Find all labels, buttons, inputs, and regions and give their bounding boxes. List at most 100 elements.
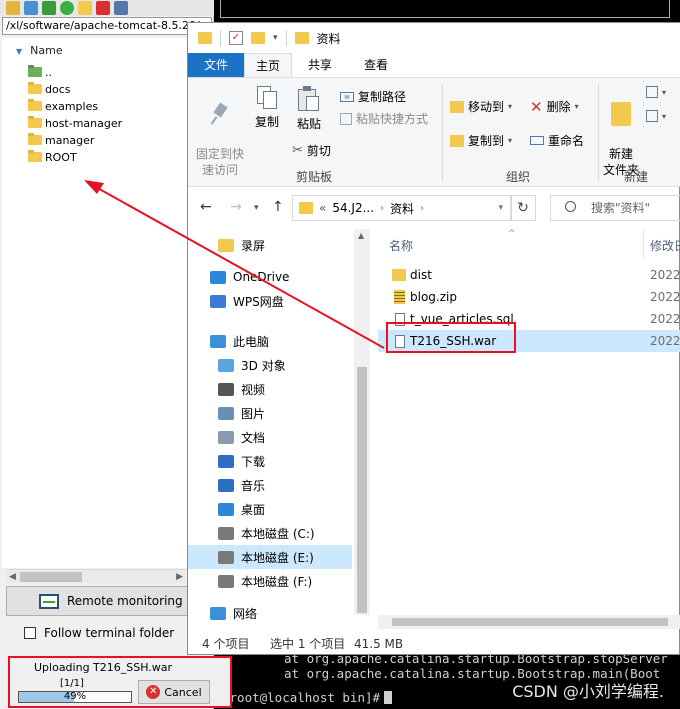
tab-file[interactable]: 文件 (188, 53, 244, 77)
refresh-icon[interactable] (60, 1, 74, 15)
chevron-down-icon[interactable]: ▾ (498, 203, 503, 213)
customize-dropdown-icon[interactable]: ▾ (273, 33, 278, 43)
file-row[interactable]: blog.zip 2022/ (378, 286, 680, 308)
remote-monitoring-button[interactable]: Remote monitoring (6, 586, 188, 616)
new-folder-button[interactable]: 新建 文件夹 (598, 86, 644, 178)
nav-item[interactable]: 桌面 (188, 497, 352, 521)
copy-button[interactable]: 复制 (250, 86, 284, 130)
move-to-button[interactable]: 移动到 ▾ (450, 98, 512, 115)
breadcrumb[interactable]: 54.J2... (332, 201, 374, 215)
nav-item[interactable]: 录屏 (188, 233, 352, 257)
nav-item[interactable]: 本地磁盘 (F:) (188, 569, 352, 593)
cut-button[interactable]: ✂ 剪切 (292, 142, 331, 159)
nav-item-icon (218, 430, 234, 444)
nav-item-label: 网络 (233, 606, 258, 621)
address-bar[interactable]: « 54.J2... › 资料 › ▾ (292, 195, 512, 221)
nav-item[interactable]: 网络 (188, 601, 352, 625)
nav-item[interactable]: 视频 (188, 377, 352, 401)
new-item-button[interactable]: ▾ (646, 86, 666, 98)
list-item[interactable]: host-manager (28, 115, 122, 132)
nav-item-label: OneDrive (233, 270, 290, 284)
horizontal-scrollbar[interactable]: ◀ ▶ (6, 569, 186, 583)
delete-icon: ✕ (530, 97, 543, 116)
copy-path-button[interactable]: w 复制路径 (340, 88, 406, 105)
scroll-left-icon[interactable]: ◀ (9, 570, 16, 584)
copy-to-button[interactable]: 复制到 ▾ (450, 132, 512, 149)
nav-item-icon (218, 406, 234, 420)
date-column-header[interactable]: 修改日 (650, 237, 680, 254)
nav-item[interactable]: WPS网盘 (188, 289, 352, 313)
recent-dropdown-icon[interactable]: ▾ (254, 203, 259, 213)
list-item[interactable]: docs (28, 81, 71, 98)
up-arrow-icon[interactable]: ↑ (272, 199, 284, 215)
tab-home[interactable]: 主页 (244, 53, 292, 77)
pin-to-quick-access-button[interactable]: 固定到快 速访问 (194, 86, 246, 178)
up-arrow-icon[interactable] (42, 1, 56, 15)
new-folder-icon[interactable] (251, 32, 265, 44)
scrollbar-thumb[interactable] (392, 618, 668, 626)
forward-arrow-icon[interactable]: → (230, 199, 242, 215)
name-column-header[interactable]: ▼ Name (16, 44, 63, 57)
list-item[interactable]: manager (28, 132, 94, 149)
list-item[interactable]: .. (28, 64, 52, 81)
nav-item[interactable]: 音乐 (188, 473, 352, 497)
status-bar: 4 个项目 选中 1 个项目 41.5 MB (188, 633, 680, 655)
nav-item-label: 本地磁盘 (E:) (241, 550, 314, 565)
nav-item[interactable]: OneDrive (188, 265, 352, 289)
rename-button[interactable]: 重命名 (530, 132, 584, 149)
tab-share[interactable]: 共享 (298, 53, 342, 77)
easy-access-button[interactable]: ▾ (646, 110, 666, 122)
nav-item[interactable]: 此电脑 (188, 329, 352, 353)
scroll-up-icon[interactable]: ▲ (358, 231, 364, 240)
folder-icon (28, 99, 42, 111)
nav-item[interactable]: 3D 对象 (188, 353, 352, 377)
nav-item[interactable]: 本地磁盘 (C:) (188, 521, 352, 545)
nav-item-label: 本地磁盘 (F:) (241, 574, 313, 589)
file-row[interactable]: dist 2022/ (378, 264, 680, 286)
navigation-pane: 录屏 OneDrive WPS网盘此电脑 3D 对象视频 图片文档下载 音乐桌面本地磁盘 … (188, 229, 354, 629)
list-item[interactable]: examples (28, 98, 98, 115)
tab-view[interactable]: 查看 (354, 53, 398, 77)
name-column-header[interactable]: 名称 (389, 237, 413, 254)
remote-path-input[interactable]: /xl/software/apache-tomcat-8.5.20/w (2, 17, 212, 35)
navigation-scrollbar[interactable]: ▲ (354, 229, 370, 615)
selected-size: 41.5 MB (354, 637, 404, 651)
quick-access-toolbar: ✓ ▾ 资料 (188, 23, 680, 53)
list-item[interactable]: ROOT (28, 149, 77, 166)
follow-terminal-folder-option[interactable]: Follow terminal folder (24, 626, 174, 640)
back-arrow-icon[interactable]: ← (200, 199, 212, 215)
follow-folder-checkbox[interactable] (24, 627, 36, 639)
download-icon[interactable] (24, 1, 38, 15)
nav-item-label: 桌面 (241, 502, 266, 517)
nav-item-icon (218, 550, 234, 564)
nav-item-label: 文档 (241, 430, 266, 445)
properties-icon[interactable] (114, 1, 128, 15)
properties-icon[interactable]: ✓ (229, 31, 243, 45)
folder-icon (28, 150, 42, 162)
horizontal-scrollbar[interactable] (378, 615, 680, 629)
pin-icon (210, 102, 230, 126)
refresh-button[interactable]: ↻ (510, 195, 536, 221)
delete-icon[interactable] (96, 1, 110, 15)
upload-icon[interactable] (6, 1, 20, 15)
nav-item-icon (218, 238, 234, 252)
scroll-right-icon[interactable]: ▶ (176, 570, 183, 584)
delete-button[interactable]: ✕ 删除 ▾ (530, 98, 579, 115)
paste-button[interactable]: 粘贴 (292, 86, 326, 132)
nav-item[interactable]: 本地磁盘 (E:) (188, 545, 352, 569)
nav-item[interactable]: 图片 (188, 401, 352, 425)
breadcrumb[interactable]: 资料 (390, 200, 414, 217)
cancel-button[interactable]: ✕ Cancel (138, 680, 210, 704)
scrollbar-thumb[interactable] (357, 367, 367, 613)
dropdown-icon: ▾ (508, 102, 513, 111)
dropdown-icon: ▾ (508, 136, 513, 145)
scrollbar-thumb[interactable] (20, 572, 82, 582)
dropdown-icon: ▾ (574, 102, 579, 111)
paste-shortcut-button[interactable]: 粘贴快捷方式 (340, 110, 428, 127)
separator (442, 84, 443, 182)
nav-item[interactable]: 文档 (188, 425, 352, 449)
nav-item[interactable]: 下载 (188, 449, 352, 473)
search-input[interactable]: 搜索"资料" (550, 195, 680, 221)
nav-item-label: 3D 对象 (241, 358, 286, 373)
new-folder-icon[interactable] (78, 1, 92, 15)
